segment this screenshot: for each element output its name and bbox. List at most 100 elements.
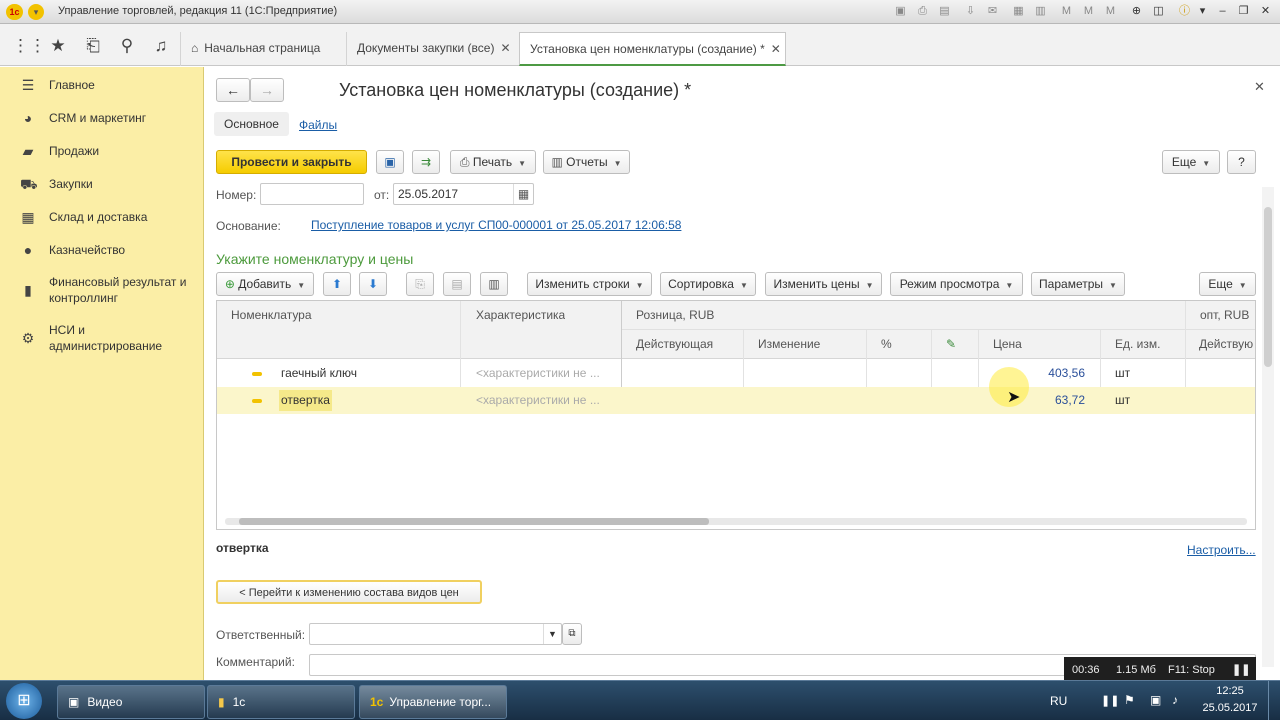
view-mode-button[interactable]: Режим просмотра ▼ <box>890 272 1023 296</box>
main-menu-icon[interactable]: ▾ <box>28 4 44 20</box>
sidebar-item-warehouse[interactable]: ▦ Склад и доставка <box>0 209 204 225</box>
post-icon: ⇉ <box>420 155 432 169</box>
col-current-header[interactable]: Действующая <box>636 330 713 358</box>
zoom-icon[interactable]: ⊕ <box>1129 4 1144 19</box>
barcode-button[interactable]: ▥ <box>480 272 508 296</box>
taskbar-item-video[interactable]: ▣ Видео <box>57 685 205 719</box>
responsible-field[interactable]: ▼ <box>309 623 562 645</box>
col-change-header[interactable]: Изменение <box>758 330 820 358</box>
print-button[interactable]: ⎙ Печать ▼ <box>450 150 536 174</box>
post-and-close-button[interactable]: Провести и закрыть <box>216 150 367 174</box>
pencil-icon[interactable]: ✎ <box>946 330 956 358</box>
sidebar-item-admin[interactable]: ⚙ НСИ и администрирование <box>0 322 204 354</box>
dropdown-icon[interactable]: ▼ <box>543 624 561 644</box>
flag-icon[interactable]: ⚑ <box>1124 693 1135 707</box>
calendar-icon[interactable]: ▦ <box>513 184 533 204</box>
change-prices-button[interactable]: Изменить цены ▼ <box>765 272 882 296</box>
tab-files[interactable]: Файлы <box>299 118 337 132</box>
date-field[interactable]: 25.05.2017 ▦ <box>393 183 534 205</box>
basis-link[interactable]: Поступление товаров и услуг СП00-000001 … <box>311 218 681 232</box>
post-button[interactable]: ⇉ <box>412 150 440 174</box>
tab-main[interactable]: Основное <box>214 112 289 136</box>
move-up-button[interactable]: ⬆ <box>323 272 351 296</box>
sort-button[interactable]: Сортировка ▼ <box>660 272 756 296</box>
add-button[interactable]: ⊕ Добавить ▼ <box>216 272 314 296</box>
mail-icon[interactable]: ✉ <box>985 4 1000 19</box>
network-icon[interactable]: ▣ <box>1150 693 1161 707</box>
horizontal-scrollbar[interactable] <box>225 518 1247 525</box>
start-button[interactable]: ⊞ <box>6 683 42 719</box>
number-field[interactable] <box>260 183 364 205</box>
calculator-icon[interactable]: ▦ <box>1011 4 1026 19</box>
table-row[interactable]: гаечный ключ <характеристики не ... 403,… <box>217 360 1255 387</box>
memory-plus-icon[interactable]: M <box>1081 4 1096 19</box>
star-icon[interactable]: ★ <box>47 35 69 57</box>
goto-price-types-button[interactable]: < Перейти к изменению состава видов цен <box>216 580 482 604</box>
calendar-icon[interactable]: ▥ <box>1033 4 1048 19</box>
dropdown-icon[interactable]: ▾ <box>1195 4 1210 19</box>
panel-icon[interactable]: ◫ <box>1151 4 1166 19</box>
paste-button[interactable]: ▤ <box>443 272 471 296</box>
sidebar-item-main[interactable]: ☰ Главное <box>0 77 204 93</box>
minimize-icon[interactable]: – <box>1215 4 1230 19</box>
vertical-scrollbar[interactable] <box>1262 187 1274 667</box>
sidebar-item-treasury[interactable]: ● Казначейство <box>0 242 204 258</box>
move-down-button[interactable]: ⬇ <box>359 272 387 296</box>
configure-link[interactable]: Настроить... <box>1187 543 1256 557</box>
print-icon[interactable]: ⎙ <box>915 4 930 19</box>
window-titlebar: 1с ▾ Управление торговлей, редакция 11 (… <box>0 0 1280 24</box>
help-button[interactable]: ? <box>1227 150 1256 174</box>
col-price-header[interactable]: Цена <box>993 330 1022 358</box>
col-unit-header[interactable]: Ед. изм. <box>1115 330 1160 358</box>
tab-purchase-docs[interactable]: Документы закупки (все) ✕ <box>346 32 521 66</box>
history-icon[interactable]: ⎗ <box>82 35 104 57</box>
table-row-selected[interactable]: отвертка <характеристики не ... 63,72 шт <box>217 387 1255 414</box>
apps-grid-icon[interactable]: ⋮⋮ <box>12 35 46 57</box>
info-icon[interactable]: ⓘ <box>1177 4 1192 19</box>
language-indicator[interactable]: RU <box>1050 694 1067 708</box>
col-current2-header[interactable]: Действую <box>1199 330 1255 358</box>
taskbar-item-1c-folder[interactable]: ▮ 1с <box>207 685 355 719</box>
close-form-icon[interactable]: ✕ <box>1254 79 1265 95</box>
reports-button[interactable]: ▥ Отчеты ▼ <box>543 150 630 174</box>
restore-icon[interactable]: ❐ <box>1236 4 1251 19</box>
show-desktop-button[interactable] <box>1268 681 1280 720</box>
save-icon[interactable]: ▣ <box>893 4 908 19</box>
sidebar-item-purchases[interactable]: ⛟ Закупки <box>0 176 204 192</box>
volume-icon[interactable]: ♪ <box>1172 693 1178 707</box>
memory-minus-icon[interactable]: M <box>1103 4 1118 19</box>
scrollbar-thumb[interactable] <box>239 518 709 525</box>
open-responsible-button[interactable]: ⧉ <box>562 623 582 645</box>
clock-time[interactable]: 12:25 <box>1200 685 1260 697</box>
download-icon[interactable]: ⇩ <box>963 4 978 19</box>
col-char-header[interactable]: Характеристика <box>476 301 565 329</box>
search-icon[interactable]: ⚲ <box>116 35 138 57</box>
forward-button[interactable]: → <box>250 78 284 102</box>
memory-icon[interactable]: M <box>1059 4 1074 19</box>
scrollbar-thumb[interactable] <box>1264 207 1272 367</box>
sidebar-item-crm[interactable]: ◕ CRM и маркетинг <box>0 110 204 126</box>
1c-logo-icon[interactable]: 1с <box>6 4 23 20</box>
bell-icon[interactable]: ♫ <box>150 35 172 57</box>
preview-icon[interactable]: ▤ <box>937 4 952 19</box>
prices-table[interactable]: Номенклатура Характеристика Розница, RUB… <box>216 300 1256 530</box>
change-rows-button[interactable]: Изменить строки ▼ <box>527 272 652 296</box>
media-pause-icon[interactable]: ❚❚ <box>1101 694 1119 707</box>
save-button[interactable]: ▣ <box>376 150 404 174</box>
col-percent-header[interactable]: % <box>881 330 892 358</box>
taskbar-item-1c-app[interactable]: 1с Управление торг... <box>359 685 507 719</box>
sidebar-item-sales[interactable]: ▰ Продажи <box>0 143 204 159</box>
close-window-icon[interactable]: ✕ <box>1258 4 1273 19</box>
back-button[interactable]: ← <box>216 78 250 102</box>
more-button[interactable]: Еще ▼ <box>1162 150 1220 174</box>
close-tab-icon[interactable]: ✕ <box>771 42 781 56</box>
params-button[interactable]: Параметры ▼ <box>1031 272 1125 296</box>
close-tab-icon[interactable]: ✕ <box>500 41 510 55</box>
col-item-header[interactable]: Номенклатура <box>231 301 312 329</box>
tab-price-setting[interactable]: Установка цен номенклатуры (создание) * ✕ <box>519 32 786 66</box>
clock-date[interactable]: 25.05.2017 <box>1200 702 1260 714</box>
tab-home[interactable]: ⌂ Начальная страница <box>180 32 330 66</box>
copy-button[interactable]: ⎘ <box>406 272 434 296</box>
more-grid-button[interactable]: Еще ▼ <box>1199 272 1256 296</box>
sidebar-item-finance[interactable]: ▮ Финансовый результат и контроллинг <box>0 274 204 306</box>
